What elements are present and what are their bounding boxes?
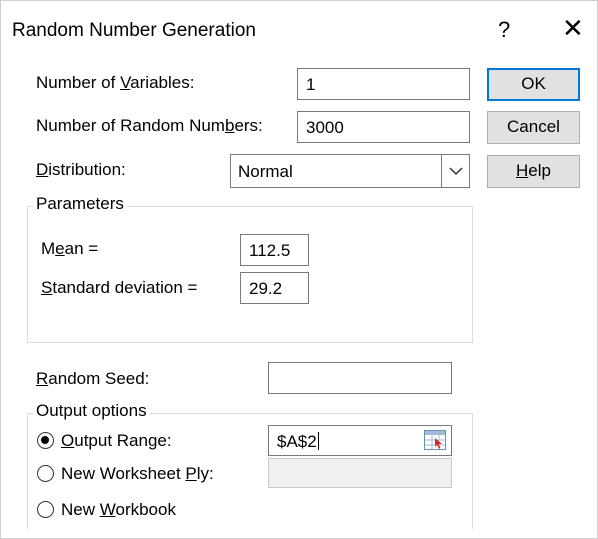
- close-icon[interactable]: ✕: [562, 15, 584, 41]
- new-worksheet-ply-input[interactable]: [268, 458, 452, 488]
- dialog-title: Random Number Generation: [12, 20, 256, 41]
- new-workbook-label: New Workbook: [61, 500, 176, 519]
- std-deviation-label: Standard deviation =: [41, 278, 198, 297]
- output-range-label: Output Range:: [61, 431, 172, 450]
- new-worksheet-ply-radio[interactable]: [37, 465, 54, 482]
- std-deviation-input[interactable]: 29.2: [240, 272, 309, 304]
- title-bar: Random Number Generation ? ✕: [1, 1, 597, 63]
- output-options-group-title: Output options: [33, 401, 150, 421]
- new-workbook-radio[interactable]: [37, 501, 54, 518]
- num-variables-label: Number of Variables:: [36, 73, 195, 92]
- help-question-icon[interactable]: ?: [498, 17, 510, 43]
- num-variables-input[interactable]: 1: [297, 68, 470, 100]
- distribution-selected-value: Normal: [238, 162, 293, 181]
- mean-input[interactable]: 112.5: [240, 234, 309, 266]
- num-random-numbers-label: Number of Random Numbers:: [36, 116, 263, 135]
- cancel-button[interactable]: Cancel: [487, 111, 580, 144]
- parameters-group-title: Parameters: [33, 194, 127, 214]
- range-selector-icon[interactable]: [421, 426, 449, 454]
- help-button[interactable]: Help: [487, 155, 580, 188]
- chevron-down-icon[interactable]: [441, 155, 469, 187]
- ok-button[interactable]: OK: [487, 68, 580, 101]
- mean-label: Mean =: [41, 239, 99, 258]
- new-worksheet-ply-label: New Worksheet Ply:: [61, 464, 214, 483]
- distribution-select[interactable]: Normal: [230, 154, 470, 188]
- random-number-generation-dialog: Random Number Generation ? ✕ Number of V…: [0, 0, 598, 539]
- distribution-label: Distribution:: [36, 160, 126, 179]
- text-caret: [317, 432, 319, 450]
- output-range-radio[interactable]: [37, 432, 54, 449]
- num-random-numbers-input[interactable]: 3000: [297, 111, 470, 143]
- random-seed-label: Random Seed:: [36, 369, 150, 388]
- random-seed-input[interactable]: [268, 362, 452, 394]
